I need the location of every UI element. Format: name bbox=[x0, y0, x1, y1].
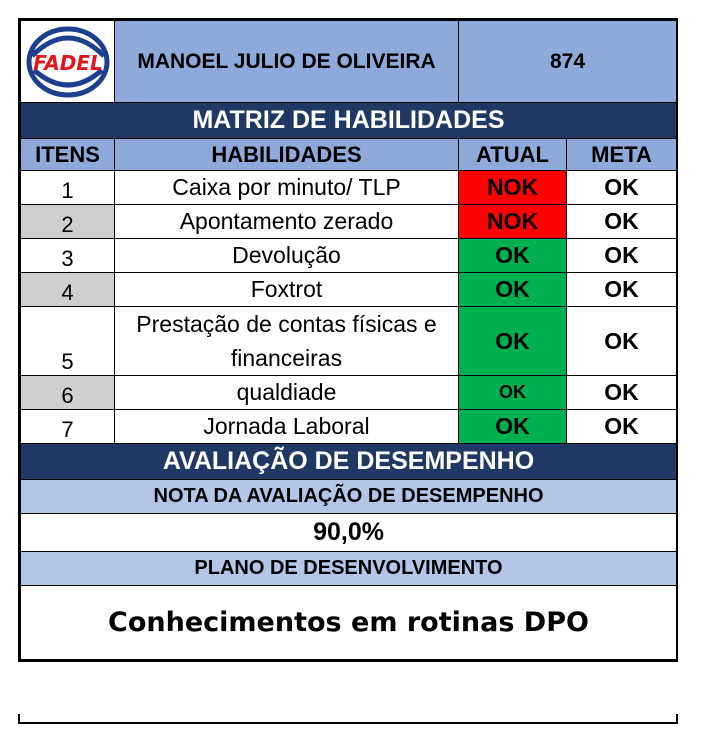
skills-matrix-table: FADEL MANOEL JULIO DE OLIVEIRA 874 MATRI… bbox=[19, 20, 678, 660]
skill-name: Jornada Laboral bbox=[114, 409, 459, 444]
target-status: OK bbox=[565, 409, 678, 444]
column-header-items: ITENS bbox=[20, 138, 115, 171]
skill-name: Apontamento zerado bbox=[114, 204, 459, 239]
evaluation-title: AVALIAÇÃO DE DESEMPENHO bbox=[19, 443, 678, 480]
table-row: 7 Jornada Laboral OK OK bbox=[20, 409, 678, 444]
target-status: OK bbox=[565, 306, 678, 376]
skills-matrix-sheet: FADEL MANOEL JULIO DE OLIVEIRA 874 MATRI… bbox=[18, 18, 678, 662]
svg-text:FADEL: FADEL bbox=[33, 51, 103, 75]
target-status: OK bbox=[565, 170, 678, 205]
item-number: 4 bbox=[20, 272, 115, 307]
item-number: 5 bbox=[20, 306, 115, 376]
table-row: 4 Foxtrot OK OK bbox=[20, 272, 678, 307]
column-header-current: ATUAL bbox=[458, 138, 567, 171]
score-label: NOTA DA AVALIAÇÃO DE DESEMPENHO bbox=[19, 479, 678, 514]
table-row: 3 Devolução OK OK bbox=[20, 238, 678, 273]
target-status: OK bbox=[565, 375, 678, 410]
employee-id: 874 bbox=[457, 20, 678, 103]
current-status: NOK bbox=[458, 204, 567, 239]
item-number: 3 bbox=[20, 238, 115, 273]
target-status: OK bbox=[565, 238, 678, 273]
current-status: OK bbox=[458, 306, 567, 376]
table-row: 5 Prestação de contas físicas e financei… bbox=[20, 306, 678, 376]
current-status: OK bbox=[458, 375, 567, 410]
score-value: 90,0% bbox=[19, 513, 678, 552]
employee-name: MANOEL JULIO DE OLIVEIRA bbox=[114, 20, 459, 103]
item-number: 6 bbox=[20, 375, 115, 410]
company-logo-cell: FADEL bbox=[20, 20, 115, 103]
skill-name: Prestação de contas físicas e financeira… bbox=[114, 306, 459, 376]
item-number: 2 bbox=[20, 204, 115, 239]
column-header-target: META bbox=[565, 138, 678, 171]
fadel-logo: FADEL bbox=[26, 26, 109, 97]
current-status: OK bbox=[458, 238, 567, 273]
plan-label: PLANO DE DESENVOLVIMENTO bbox=[19, 551, 678, 586]
page-bottom-border bbox=[18, 714, 678, 724]
current-status: NOK bbox=[458, 170, 567, 205]
skill-name: Devolução bbox=[114, 238, 459, 273]
skill-name: Caixa por minuto/ TLP bbox=[114, 170, 459, 205]
target-status: OK bbox=[565, 204, 678, 239]
target-status: OK bbox=[565, 272, 678, 307]
table-row: 2 Apontamento zerado NOK OK bbox=[20, 204, 678, 239]
table-row: 1 Caixa por minuto/ TLP NOK OK bbox=[20, 170, 678, 205]
plan-value: Conhecimentos em rotinas DPO bbox=[19, 585, 678, 660]
table-row: 6 qualdiade OK OK bbox=[20, 375, 678, 410]
item-number: 7 bbox=[20, 409, 115, 444]
current-status: OK bbox=[458, 272, 567, 307]
column-header-skills: HABILIDADES bbox=[114, 138, 459, 171]
skill-name: qualdiade bbox=[114, 375, 459, 410]
current-status: OK bbox=[458, 409, 567, 444]
matrix-title: MATRIZ DE HABILIDADES bbox=[19, 102, 678, 139]
item-number: 1 bbox=[20, 170, 115, 205]
skill-name: Foxtrot bbox=[114, 272, 459, 307]
